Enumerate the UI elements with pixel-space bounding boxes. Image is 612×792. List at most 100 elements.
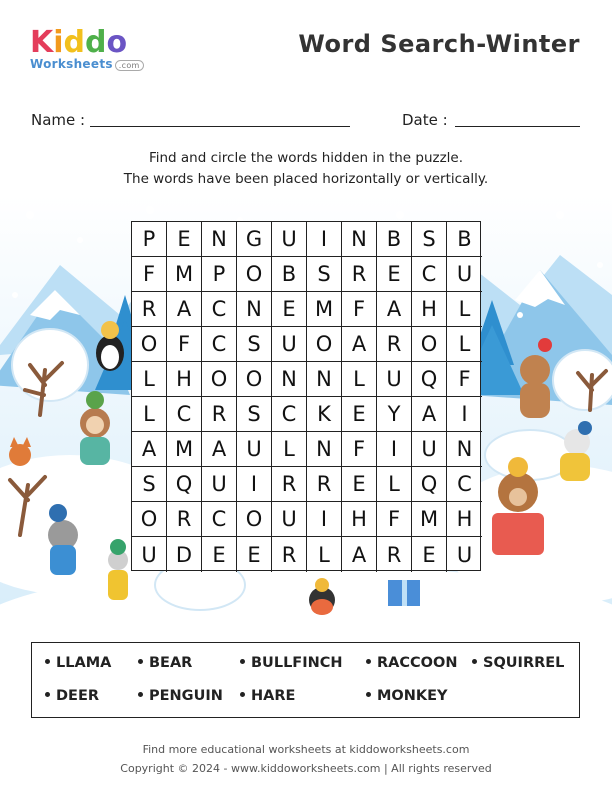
grid-cell[interactable]: U — [412, 432, 447, 467]
grid-cell[interactable]: P — [132, 222, 167, 257]
grid-cell[interactable]: E — [377, 257, 412, 292]
grid-cell[interactable]: M — [167, 257, 202, 292]
grid-cell[interactable]: C — [272, 397, 307, 432]
grid-cell[interactable]: I — [237, 467, 272, 502]
grid-cell[interactable]: B — [377, 222, 412, 257]
kiddo-worksheets-logo[interactable]: Kiddo Worksheets .com — [30, 28, 160, 76]
grid-cell[interactable]: L — [447, 327, 482, 362]
grid-cell[interactable]: O — [307, 327, 342, 362]
grid-cell[interactable]: A — [132, 432, 167, 467]
grid-cell[interactable]: S — [412, 222, 447, 257]
grid-cell[interactable]: R — [377, 327, 412, 362]
grid-cell[interactable]: G — [237, 222, 272, 257]
grid-cell[interactable]: L — [307, 537, 342, 572]
grid-cell[interactable]: A — [342, 327, 377, 362]
grid-cell[interactable]: R — [272, 537, 307, 572]
grid-cell[interactable]: O — [132, 327, 167, 362]
name-line[interactable] — [90, 126, 350, 127]
grid-cell[interactable]: R — [342, 257, 377, 292]
grid-cell[interactable]: U — [377, 362, 412, 397]
grid-cell[interactable]: M — [167, 432, 202, 467]
grid-cell[interactable]: F — [342, 432, 377, 467]
grid-cell[interactable]: E — [342, 467, 377, 502]
grid-cell[interactable]: Q — [167, 467, 202, 502]
grid-cell[interactable]: F — [342, 292, 377, 327]
grid-cell[interactable]: I — [307, 502, 342, 537]
grid-cell[interactable]: A — [377, 292, 412, 327]
grid-cell[interactable]: H — [447, 502, 482, 537]
grid-cell[interactable]: Y — [377, 397, 412, 432]
grid-cell[interactable]: N — [342, 222, 377, 257]
grid-cell[interactable]: N — [447, 432, 482, 467]
grid-cell[interactable]: C — [167, 397, 202, 432]
grid-cell[interactable]: K — [307, 397, 342, 432]
grid-cell[interactable]: F — [377, 502, 412, 537]
grid-cell[interactable]: O — [237, 257, 272, 292]
grid-cell[interactable]: U — [237, 432, 272, 467]
grid-cell[interactable]: L — [132, 397, 167, 432]
grid-cell[interactable]: R — [202, 397, 237, 432]
grid-cell[interactable]: N — [307, 432, 342, 467]
grid-cell[interactable]: N — [202, 222, 237, 257]
grid-cell[interactable]: E — [412, 537, 447, 572]
grid-cell[interactable]: U — [272, 222, 307, 257]
grid-cell[interactable]: D — [167, 537, 202, 572]
grid-cell[interactable]: S — [237, 327, 272, 362]
grid-cell[interactable]: U — [447, 257, 482, 292]
grid-cell[interactable]: M — [307, 292, 342, 327]
grid-cell[interactable]: I — [307, 222, 342, 257]
grid-cell[interactable]: E — [342, 397, 377, 432]
word-search-grid[interactable]: PENGUINBSBFMPOBSRECURACNEMFAHLOFCSUOAROL… — [131, 221, 482, 572]
grid-cell[interactable]: U — [132, 537, 167, 572]
grid-cell[interactable]: C — [447, 467, 482, 502]
grid-cell[interactable]: R — [132, 292, 167, 327]
grid-cell[interactable]: R — [167, 502, 202, 537]
grid-cell[interactable]: E — [237, 537, 272, 572]
grid-cell[interactable]: E — [202, 537, 237, 572]
grid-cell[interactable]: U — [272, 502, 307, 537]
grid-cell[interactable]: F — [447, 362, 482, 397]
grid-cell[interactable]: L — [342, 362, 377, 397]
grid-cell[interactable]: I — [447, 397, 482, 432]
grid-cell[interactable]: B — [447, 222, 482, 257]
grid-cell[interactable]: I — [377, 432, 412, 467]
grid-cell[interactable]: C — [202, 502, 237, 537]
grid-cell[interactable]: N — [272, 362, 307, 397]
grid-cell[interactable]: Q — [412, 362, 447, 397]
grid-cell[interactable]: F — [132, 257, 167, 292]
grid-cell[interactable]: H — [167, 362, 202, 397]
grid-cell[interactable]: O — [237, 362, 272, 397]
grid-cell[interactable]: U — [272, 327, 307, 362]
grid-cell[interactable]: M — [412, 502, 447, 537]
grid-cell[interactable]: S — [307, 257, 342, 292]
grid-cell[interactable]: U — [447, 537, 482, 572]
grid-cell[interactable]: L — [447, 292, 482, 327]
grid-cell[interactable]: L — [132, 362, 167, 397]
grid-cell[interactable]: S — [237, 397, 272, 432]
grid-cell[interactable]: O — [202, 362, 237, 397]
grid-cell[interactable]: L — [377, 467, 412, 502]
grid-cell[interactable]: R — [272, 467, 307, 502]
grid-cell[interactable]: C — [202, 327, 237, 362]
grid-cell[interactable]: A — [202, 432, 237, 467]
grid-cell[interactable]: F — [167, 327, 202, 362]
grid-cell[interactable]: O — [132, 502, 167, 537]
grid-cell[interactable]: L — [272, 432, 307, 467]
grid-cell[interactable]: R — [307, 467, 342, 502]
date-line[interactable] — [455, 126, 580, 127]
grid-cell[interactable]: A — [412, 397, 447, 432]
grid-cell[interactable]: O — [237, 502, 272, 537]
grid-cell[interactable]: N — [307, 362, 342, 397]
grid-cell[interactable]: Q — [412, 467, 447, 502]
grid-cell[interactable]: C — [202, 292, 237, 327]
grid-cell[interactable]: H — [412, 292, 447, 327]
grid-cell[interactable]: O — [412, 327, 447, 362]
grid-cell[interactable]: H — [342, 502, 377, 537]
grid-cell[interactable]: S — [132, 467, 167, 502]
grid-cell[interactable]: B — [272, 257, 307, 292]
grid-cell[interactable]: E — [167, 222, 202, 257]
grid-cell[interactable]: R — [377, 537, 412, 572]
grid-cell[interactable]: U — [202, 467, 237, 502]
grid-cell[interactable]: A — [167, 292, 202, 327]
grid-cell[interactable]: A — [342, 537, 377, 572]
